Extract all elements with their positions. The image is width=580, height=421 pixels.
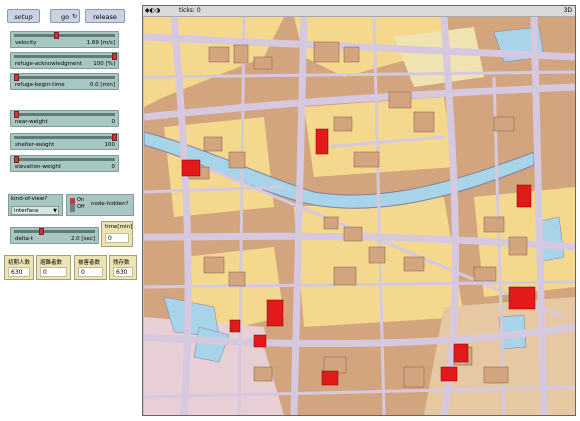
switch-toggle[interactable] bbox=[70, 198, 75, 212]
monitor-label: 初期人数 bbox=[8, 260, 31, 266]
monitor-value: 630 bbox=[8, 267, 30, 277]
release-button[interactable]: release bbox=[85, 9, 125, 23]
chooser-value-text: interface bbox=[14, 208, 39, 214]
velocity-slider[interactable]: velocity 1.69 [m/s] bbox=[10, 31, 119, 48]
go-label: go bbox=[60, 13, 70, 21]
tick-counter: ticks: 0 bbox=[179, 7, 201, 14]
slider-value: 100 bbox=[104, 142, 116, 148]
slider-knob[interactable] bbox=[14, 74, 19, 81]
forever-icon: ↻ bbox=[71, 13, 77, 20]
setup-label: setup bbox=[14, 13, 33, 21]
slider-value: 0 bbox=[111, 119, 116, 125]
time-monitor: time[min] 0 bbox=[101, 221, 133, 247]
chooser-value[interactable]: interface ▼ bbox=[11, 206, 59, 215]
refuge-begin-time-slider[interactable]: refuge-begin-time 0.0 [min] bbox=[10, 73, 119, 90]
slider-track bbox=[14, 230, 95, 233]
remaining-count-monitor: 残存数 630 bbox=[109, 255, 137, 280]
slider-value: 0 bbox=[111, 164, 116, 170]
slider-label: refuge-begin-time bbox=[15, 82, 65, 88]
slider-track bbox=[14, 34, 115, 37]
switch-off-label: Off bbox=[77, 204, 85, 210]
view-3d-button[interactable]: 3D bbox=[564, 6, 572, 16]
near-weight-slider[interactable]: near-weight 0 bbox=[10, 110, 119, 127]
kind-of-view-chooser[interactable]: kind-of-view? interface ▼ bbox=[8, 194, 63, 216]
city-map[interactable] bbox=[144, 17, 575, 415]
monitor-label: 避難者数 bbox=[40, 260, 63, 266]
node-hidden-switch[interactable]: On Off node-hidden? bbox=[66, 194, 134, 216]
monitor-value: 630 bbox=[113, 267, 133, 277]
initial-count-monitor: 初期人数 630 bbox=[4, 255, 34, 280]
monitor-value: 0 bbox=[105, 233, 129, 243]
slider-label: near-weight bbox=[15, 119, 48, 125]
release-label: release bbox=[93, 13, 117, 21]
slider-track bbox=[14, 113, 115, 116]
switch-knob bbox=[70, 198, 75, 204]
switch-on-label: On bbox=[77, 197, 85, 203]
view-toolbar: ◆◐◑ ticks: 0 3D bbox=[143, 6, 575, 17]
slider-knob[interactable] bbox=[54, 32, 59, 39]
refuge-acknowledgment-slider[interactable]: refuge-acknowledgment 100 [%] bbox=[10, 52, 119, 69]
delta-t-slider[interactable]: delta-t 2.0 [sec] bbox=[10, 227, 99, 244]
slider-label: velocity bbox=[15, 40, 37, 46]
slider-value: 100 [%] bbox=[93, 61, 115, 67]
slider-label: refuge-acknowledgment bbox=[15, 61, 83, 67]
slider-track bbox=[14, 158, 115, 161]
slider-value: 0.0 [min] bbox=[89, 82, 115, 88]
dropdown-arrow-icon: ▼ bbox=[53, 208, 57, 214]
slider-track bbox=[14, 76, 115, 79]
slider-track bbox=[14, 55, 115, 58]
go-button[interactable]: go ↻ bbox=[50, 9, 80, 23]
world-view[interactable]: ◆◐◑ ticks: 0 3D bbox=[142, 5, 576, 416]
damaged-count-monitor: 被害者数 0 bbox=[74, 255, 107, 280]
slider-knob[interactable] bbox=[39, 228, 44, 235]
monitor-label: 残存数 bbox=[113, 260, 130, 266]
slider-knob[interactable] bbox=[112, 53, 117, 60]
elevation-weight-slider[interactable]: elevation-weight 0 bbox=[10, 155, 119, 172]
setup-button[interactable]: setup bbox=[7, 9, 40, 23]
switch-label: node-hidden? bbox=[91, 201, 129, 207]
slider-knob[interactable] bbox=[14, 111, 19, 118]
monitor-value: 0 bbox=[78, 267, 103, 277]
slider-label: elevation-weight bbox=[15, 164, 61, 170]
monitor-value: 0 bbox=[40, 267, 67, 277]
slider-label: delta-t bbox=[15, 236, 34, 242]
slider-knob[interactable] bbox=[112, 134, 117, 141]
slider-value: 2.0 [sec] bbox=[70, 236, 95, 242]
monitor-label: time[min] bbox=[105, 224, 133, 230]
slider-label: shelter-weight bbox=[15, 142, 55, 148]
slider-value: 1.69 [m/s] bbox=[86, 40, 115, 46]
evacuated-count-monitor: 避難者数 0 bbox=[36, 255, 71, 280]
shelter-weight-slider[interactable]: shelter-weight 100 bbox=[10, 133, 119, 150]
chooser-label: kind-of-view? bbox=[11, 196, 48, 202]
monitor-label: 被害者数 bbox=[78, 260, 101, 266]
slider-track bbox=[14, 136, 115, 139]
slider-knob[interactable] bbox=[14, 156, 19, 163]
view-controls-icon[interactable]: ◆◐◑ bbox=[145, 6, 160, 16]
